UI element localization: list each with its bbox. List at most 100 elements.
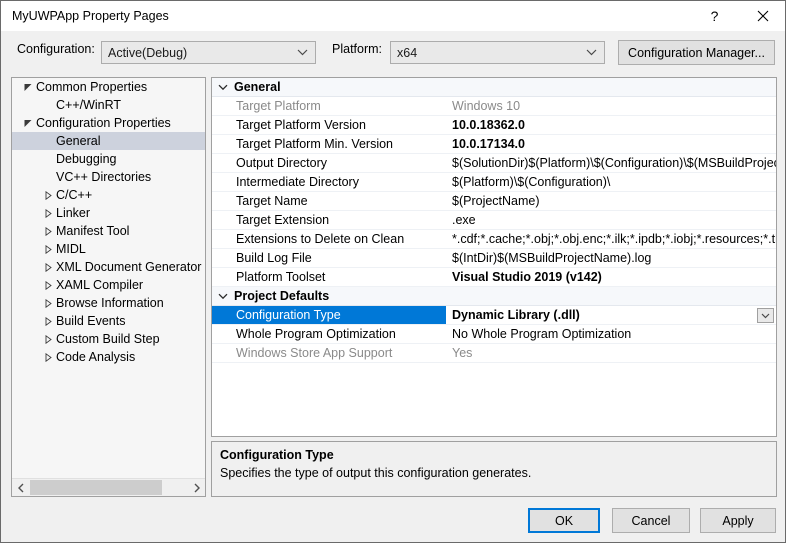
chevron-down-icon	[297, 42, 308, 63]
tree-item-debugging[interactable]: Debugging	[12, 150, 205, 168]
properties-tree-panel: Common Properties C++/WinRT Configuration …	[11, 77, 206, 497]
grid-row[interactable]: Intermediate Directory $(Platform)\$(Conf…	[212, 173, 776, 192]
tree-expand-right-icon[interactable]	[40, 280, 56, 290]
close-icon[interactable]	[740, 1, 785, 31]
cancel-button[interactable]: Cancel	[612, 508, 690, 533]
grid-property-name: Intermediate Directory	[236, 175, 359, 189]
tree-expand-down-icon[interactable]	[20, 119, 36, 128]
grid-row[interactable]: Target Platform Min. Version 10.0.17134.0	[212, 135, 776, 154]
tree-item-label: Manifest Tool	[56, 224, 130, 238]
grid-property-value[interactable]: Visual Studio 2019 (v142)	[446, 270, 776, 284]
tree-item-c-winrt[interactable]: C++/WinRT	[12, 96, 205, 114]
grid-row[interactable]: Target Platform Version 10.0.18362.0	[212, 116, 776, 135]
grid-row[interactable]: Output Directory $(SolutionDir)$(Platform…	[212, 154, 776, 173]
grid-row[interactable]: Configuration Type Dynamic Library (.dll)	[212, 306, 776, 325]
grid-property-value[interactable]: Windows 10	[446, 99, 776, 113]
grid-row[interactable]: Target Platform Windows 10	[212, 97, 776, 116]
grid-row[interactable]: Target Name $(ProjectName)	[212, 192, 776, 211]
platform-value: x64	[397, 45, 418, 60]
tree-item-general[interactable]: General	[12, 132, 205, 150]
grid-property-value[interactable]: $(SolutionDir)$(Platform)\$(Configuratio…	[446, 156, 776, 170]
tree-item-xaml-compiler[interactable]: XAML Compiler	[12, 276, 205, 294]
grid-property-name: Whole Program Optimization	[236, 327, 396, 341]
grid-property-name: Target Name	[236, 194, 308, 208]
grid-category-project-defaults[interactable]: Project Defaults	[212, 287, 776, 306]
tree-expand-right-icon[interactable]	[40, 352, 56, 362]
grid-property-value[interactable]: $(Platform)\$(Configuration)\	[446, 175, 776, 189]
tree-item-code-analysis[interactable]: Code Analysis	[12, 348, 205, 366]
platform-label: Platform:	[332, 42, 383, 56]
tree-expand-down-icon[interactable]	[20, 83, 36, 92]
scrollbar-thumb[interactable]	[30, 480, 162, 495]
grid-property-value[interactable]: .exe	[446, 213, 776, 227]
description-panel: Configuration Type Specifies the type of…	[211, 441, 777, 497]
configuration-value: Active(Debug)	[108, 45, 188, 60]
platform-dropdown[interactable]: x64	[390, 41, 605, 64]
tree-expand-right-icon[interactable]	[40, 190, 56, 200]
grid-property-value[interactable]: Yes	[446, 346, 776, 360]
tree-horizontal-scrollbar[interactable]	[12, 478, 205, 496]
configuration-dropdown[interactable]: Active(Debug)	[101, 41, 316, 64]
ok-button[interactable]: OK	[528, 508, 600, 533]
tree-item-c-c[interactable]: C/C++	[12, 186, 205, 204]
help-icon[interactable]: ?	[692, 1, 737, 31]
tree-expand-right-icon[interactable]	[40, 316, 56, 326]
grid-property-value[interactable]: *.cdf;*.cache;*.obj;*.obj.enc;*.ilk;*.ip…	[446, 232, 776, 246]
tree-item-label: Debugging	[56, 152, 117, 166]
grid-property-name: Windows Store App Support	[236, 346, 393, 360]
scroll-right-icon[interactable]	[188, 479, 205, 496]
tree-expand-right-icon[interactable]	[40, 244, 56, 254]
grid-property-value[interactable]: Dynamic Library (.dll)	[446, 308, 776, 322]
properties-tree: Common Properties C++/WinRT Configuration …	[12, 78, 205, 478]
grid-property-value[interactable]: $(IntDir)$(MSBuildProjectName).log	[446, 251, 776, 265]
configuration-manager-button[interactable]: Configuration Manager...	[618, 40, 775, 65]
grid-property-name: Target Extension	[236, 213, 330, 227]
grid-row[interactable]: Whole Program Optimization No Whole Progr…	[212, 325, 776, 344]
grid-row[interactable]: Build Log File $(IntDir)$(MSBuildProjectN…	[212, 249, 776, 268]
grid-property-value[interactable]: $(ProjectName)	[446, 194, 776, 208]
tree-item-linker[interactable]: Linker	[12, 204, 205, 222]
chevron-down-icon[interactable]	[212, 293, 234, 300]
tree-item-midl[interactable]: MIDL	[12, 240, 205, 258]
tree-expand-right-icon[interactable]	[40, 262, 56, 272]
grid-property-value[interactable]: 10.0.17134.0	[446, 137, 776, 151]
grid-value-dropdown-icon[interactable]	[757, 308, 774, 323]
grid-category-general[interactable]: General	[212, 78, 776, 97]
grid-property-name: Extensions to Delete on Clean	[236, 232, 405, 246]
grid-row[interactable]: Platform Toolset Visual Studio 2019 (v142…	[212, 268, 776, 287]
grid-row[interactable]: Target Extension .exe	[212, 211, 776, 230]
tree-item-label: XML Document Generator	[56, 260, 202, 274]
window-title: MyUWPApp Property Pages	[12, 9, 169, 23]
grid-property-name: Target Platform Min. Version	[236, 137, 394, 151]
grid-property-name: Output Directory	[236, 156, 328, 170]
tree-expand-right-icon[interactable]	[40, 334, 56, 344]
tree-item-vc-directories[interactable]: VC++ Directories	[12, 168, 205, 186]
grid-row[interactable]: Windows Store App Support Yes	[212, 344, 776, 363]
tree-item-configuration-properties[interactable]: Configuration Properties	[12, 114, 205, 132]
tree-item-common-properties[interactable]: Common Properties	[12, 78, 205, 96]
grid-property-name: Target Platform	[236, 99, 321, 113]
tree-item-custom-build-step[interactable]: Custom Build Step	[12, 330, 205, 348]
property-grid[interactable]: General Target Platform Windows 10 Target P…	[211, 77, 777, 437]
tree-item-label: Browse Information	[56, 296, 164, 310]
chevron-down-icon[interactable]	[212, 84, 234, 91]
tree-item-build-events[interactable]: Build Events	[12, 312, 205, 330]
tree-item-label: XAML Compiler	[56, 278, 144, 292]
tree-expand-right-icon[interactable]	[40, 298, 56, 308]
apply-button[interactable]: Apply	[700, 508, 776, 533]
tree-expand-right-icon[interactable]	[40, 226, 56, 236]
grid-property-value[interactable]: No Whole Program Optimization	[446, 327, 776, 341]
grid-row[interactable]: Extensions to Delete on Clean *.cdf;*.cac…	[212, 230, 776, 249]
tree-item-label: Custom Build Step	[56, 332, 160, 346]
grid-property-name: Configuration Type	[212, 306, 446, 324]
tree-item-label: Code Analysis	[56, 350, 136, 364]
tree-item-label: Build Events	[56, 314, 126, 328]
tree-item-xml-document-generator[interactable]: XML Document Generator	[12, 258, 205, 276]
help-glyph: ?	[710, 8, 719, 24]
tree-item-browse-information[interactable]: Browse Information	[12, 294, 205, 312]
tree-expand-right-icon[interactable]	[40, 208, 56, 218]
scroll-left-icon[interactable]	[12, 479, 29, 496]
tree-item-label: MIDL	[56, 242, 86, 256]
grid-property-value[interactable]: 10.0.18362.0	[446, 118, 776, 132]
tree-item-manifest-tool[interactable]: Manifest Tool	[12, 222, 205, 240]
